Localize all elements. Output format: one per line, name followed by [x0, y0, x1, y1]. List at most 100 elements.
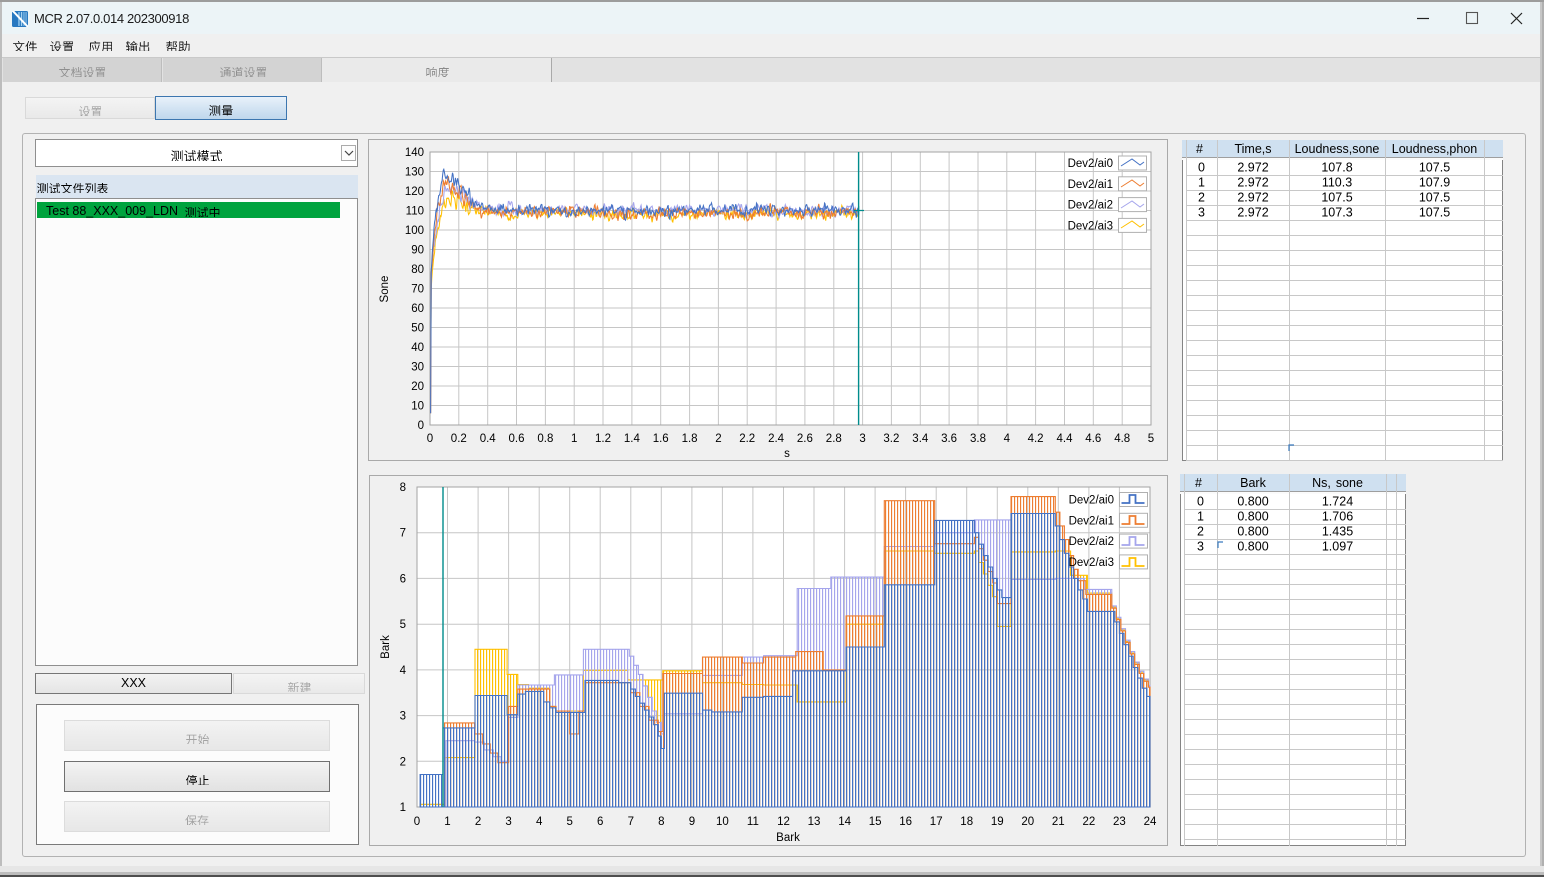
svg-text:0: 0: [427, 433, 433, 445]
svg-text:0: 0: [1197, 495, 1204, 509]
svg-text:2.972: 2.972: [1237, 161, 1268, 175]
svg-text:Dev2/ai1: Dev2/ai1: [1069, 515, 1114, 527]
svg-text:23: 23: [1113, 816, 1126, 828]
svg-text:107.5: 107.5: [1419, 191, 1450, 205]
svg-text:80: 80: [411, 264, 424, 276]
svg-text:4.4: 4.4: [1057, 433, 1074, 445]
svg-text:90: 90: [411, 245, 424, 257]
svg-text:21: 21: [1052, 816, 1065, 828]
svg-text:40: 40: [411, 342, 424, 354]
svg-text:2.972: 2.972: [1237, 176, 1268, 190]
svg-text:9: 9: [689, 816, 695, 828]
svg-text:Ns, sone: Ns, sone: [1312, 476, 1363, 490]
svg-text:30: 30: [411, 362, 424, 374]
svg-text:100: 100: [405, 225, 424, 237]
svg-text:4: 4: [400, 665, 407, 677]
svg-text:3.8: 3.8: [970, 433, 986, 445]
svg-text:0.6: 0.6: [509, 433, 525, 445]
svg-text:0.800: 0.800: [1237, 525, 1268, 539]
svg-text:2.4: 2.4: [768, 433, 785, 445]
svg-text:18: 18: [960, 816, 973, 828]
svg-text:1.6: 1.6: [653, 433, 669, 445]
svg-text:120: 120: [405, 186, 424, 198]
svg-text:2.8: 2.8: [826, 433, 842, 445]
svg-text:Bark: Bark: [776, 832, 800, 844]
svg-text:24: 24: [1144, 816, 1157, 828]
svg-text:4: 4: [1004, 433, 1011, 445]
svg-text:107.8: 107.8: [1321, 161, 1352, 175]
svg-text:20: 20: [411, 381, 424, 393]
svg-text:107.9: 107.9: [1419, 176, 1450, 190]
svg-text:0.800: 0.800: [1237, 510, 1268, 524]
svg-text:10: 10: [716, 816, 729, 828]
svg-text:2: 2: [400, 756, 406, 768]
svg-text:3.6: 3.6: [941, 433, 957, 445]
svg-text:1.706: 1.706: [1322, 510, 1353, 524]
svg-text:0.2: 0.2: [451, 433, 467, 445]
svg-text:2: 2: [1198, 191, 1205, 205]
svg-text:1.2: 1.2: [595, 433, 611, 445]
svg-text:1.4: 1.4: [624, 433, 641, 445]
svg-text:1.435: 1.435: [1322, 525, 1353, 539]
svg-text:19: 19: [991, 816, 1004, 828]
svg-text:4.6: 4.6: [1085, 433, 1101, 445]
svg-text:7: 7: [628, 816, 634, 828]
svg-text:5: 5: [566, 816, 572, 828]
svg-text:2: 2: [1197, 525, 1204, 539]
svg-text:12: 12: [777, 816, 790, 828]
svg-text:#: #: [1195, 476, 1202, 490]
svg-text:2.2: 2.2: [739, 433, 755, 445]
svg-text:15: 15: [869, 816, 882, 828]
svg-text:17: 17: [930, 816, 943, 828]
svg-text:1.724: 1.724: [1322, 495, 1353, 509]
svg-text:5: 5: [1148, 433, 1154, 445]
svg-text:50: 50: [411, 323, 424, 335]
svg-text:#: #: [1196, 142, 1203, 156]
svg-text:140: 140: [405, 147, 424, 159]
svg-text:Loudness,sone: Loudness,sone: [1295, 142, 1380, 156]
svg-text:5: 5: [400, 619, 406, 631]
svg-text:22: 22: [1083, 816, 1096, 828]
svg-text:4: 4: [536, 816, 543, 828]
svg-text:0: 0: [418, 420, 424, 432]
svg-text:107.3: 107.3: [1321, 206, 1352, 220]
svg-text:2.972: 2.972: [1237, 191, 1268, 205]
svg-text:0.4: 0.4: [480, 433, 497, 445]
svg-text:1: 1: [1197, 510, 1204, 524]
svg-text:4.8: 4.8: [1114, 433, 1130, 445]
svg-text:8: 8: [400, 482, 406, 494]
svg-text:6: 6: [400, 573, 406, 585]
svg-text:110: 110: [406, 206, 424, 218]
svg-text:0.8: 0.8: [537, 433, 553, 445]
svg-text:107.5: 107.5: [1419, 206, 1450, 220]
svg-text:3: 3: [859, 433, 865, 445]
svg-text:3.2: 3.2: [883, 433, 899, 445]
svg-text:7: 7: [400, 528, 406, 540]
svg-text:14: 14: [838, 816, 851, 828]
svg-text:3.4: 3.4: [912, 433, 929, 445]
svg-text:11: 11: [747, 816, 759, 828]
svg-text:6: 6: [597, 816, 603, 828]
svg-text:2: 2: [475, 816, 481, 828]
svg-text:70: 70: [411, 284, 424, 296]
svg-text:1.097: 1.097: [1322, 540, 1353, 554]
svg-text:1: 1: [1198, 176, 1205, 190]
svg-text:Sone: Sone: [379, 276, 391, 303]
svg-text:13: 13: [808, 816, 821, 828]
svg-text:Dev2/ai2: Dev2/ai2: [1068, 200, 1113, 212]
svg-text:4.2: 4.2: [1028, 433, 1044, 445]
svg-text:3: 3: [1198, 206, 1205, 220]
svg-text:Dev2/ai1: Dev2/ai1: [1068, 179, 1113, 191]
svg-text:Dev2/ai0: Dev2/ai0: [1069, 495, 1114, 507]
svg-text:10: 10: [411, 401, 424, 413]
svg-text:60: 60: [411, 303, 424, 315]
svg-text:3: 3: [505, 816, 511, 828]
svg-text:Dev2/ai2: Dev2/ai2: [1069, 536, 1114, 548]
svg-text:1: 1: [400, 802, 406, 814]
svg-text:0.800: 0.800: [1237, 495, 1268, 509]
svg-text:0: 0: [1198, 161, 1205, 175]
svg-text:Bark: Bark: [380, 635, 392, 659]
svg-text:110.3: 110.3: [1322, 176, 1352, 190]
svg-text:Bark: Bark: [1240, 476, 1266, 490]
svg-text:107.5: 107.5: [1321, 191, 1352, 205]
